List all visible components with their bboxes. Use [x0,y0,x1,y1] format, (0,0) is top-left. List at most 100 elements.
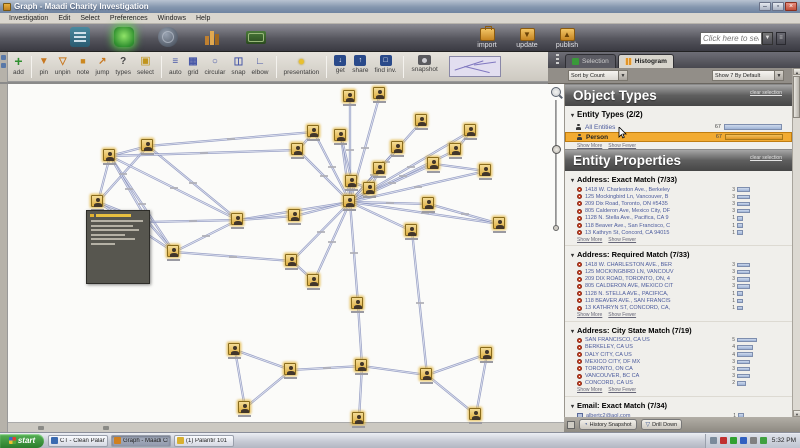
get-button[interactable]: ↓get [331,54,349,75]
property-row[interactable]: MEXICO CITY, DF MX3 [565,358,792,365]
tab-histogram[interactable]: Histogram [618,54,674,68]
link-show-more[interactable]: Show More [577,143,602,149]
snapshot-thumbnail[interactable] [449,56,501,77]
panel-scrollbar[interactable]: ▲ ▼ [792,68,800,417]
unpin-button[interactable]: ▽unpin [52,54,74,77]
drill-down-button[interactable]: ▽ Drill Down [641,419,683,430]
graph-note[interactable] [86,210,150,284]
graph-icon[interactable] [114,27,134,47]
graph-node[interactable] [464,124,476,136]
graph-node[interactable] [415,114,427,126]
property-row[interactable]: 1128 N. Stella Ave., Pacifica, CA 91 [565,215,792,222]
snap-button[interactable]: ◫snap [228,54,248,77]
menu-select[interactable]: Select [75,15,104,22]
close-button[interactable]: × [785,2,797,11]
tray-icon[interactable] [710,437,717,444]
entity-type-row[interactable]: All Entities67 [565,122,792,132]
graph-node[interactable] [291,143,303,155]
tray-icon[interactable] [750,437,757,444]
property-row[interactable]: 125 Mockingbird Ln, Vancouver, B3 [565,193,792,200]
property-row[interactable]: BERKELEY, CA US4 [565,344,792,351]
find-inv--button[interactable]: □find inv. [372,54,400,75]
start-button[interactable]: start [0,434,44,448]
money-icon[interactable] [246,31,266,44]
clear-selection-link[interactable]: clear selection [750,84,782,104]
property-row[interactable]: SAN FRANCISCO, CA US5 [565,337,792,344]
scrollbar-thumb[interactable] [793,76,800,118]
link-show-fewer[interactable]: Show Fewer [608,387,636,393]
property-row[interactable]: 805 Calderon Ave, Mexico City, DF3 [565,208,792,215]
presentation-button[interactable]: ●presentation [281,54,323,77]
dock-icon[interactable] [1,55,6,60]
property-row[interactable]: 13 KATHRYN ST, CONCORD, CA,1 [565,304,792,311]
globe-icon[interactable] [158,27,178,47]
graph-node[interactable] [91,195,103,207]
menu-investigation[interactable]: Investigation [4,15,53,22]
graph-node[interactable] [427,157,439,169]
graph-node[interactable] [351,297,363,309]
scroll-down-arrow[interactable]: ▼ [793,410,800,417]
pin-button[interactable]: ▼pin [36,54,52,77]
graph-node[interactable] [373,87,385,99]
taskbar-item[interactable]: (1) Palantir 101 [174,435,234,447]
graph-node[interactable] [285,254,297,266]
jump-button[interactable]: ↗jump [92,54,112,77]
property-row[interactable]: TORONTO, ON CA3 [565,365,792,372]
graph-node[interactable] [167,245,179,257]
property-row[interactable]: CONCORD, CA US2 [565,380,792,387]
property-row[interactable]: 1128 N. STELLA AVE., PACIFICA,1 [565,290,792,297]
update-button[interactable]: ▼update [510,28,544,49]
search-dropdown-button[interactable]: ▼ [762,32,773,45]
graph-node[interactable] [449,143,461,155]
graph-node[interactable] [469,408,481,420]
property-row[interactable]: 209 DIX ROAD, TORONTO, ON, 43 [565,276,792,283]
select-button[interactable]: ▣select [134,54,157,77]
search-input[interactable] [700,32,762,45]
section-title[interactable]: Address: City State Match (7/19) [571,326,792,335]
property-row[interactable]: 118 Beaver Ave., San Francisco, C1 [565,222,792,229]
link-show-more[interactable]: Show More [577,237,602,243]
taskbar-item[interactable]: CT - Clean Palantir Se... [48,435,108,447]
property-row[interactable]: 805 CALDERON AVE, MEXICO CIT3 [565,283,792,290]
property-row[interactable]: VANCOUVER, BC CA3 [565,373,792,380]
link-show-more[interactable]: Show More [577,387,602,393]
graph-node[interactable] [422,197,434,209]
types-button[interactable]: ?types [112,54,134,77]
elbow-button[interactable]: ∟elbow [249,54,272,77]
entity-type-row[interactable]: Person67 [565,132,792,142]
graph-node[interactable] [479,164,491,176]
sort-dropdown[interactable]: Sort by Count ▼ [568,70,628,81]
graph-node[interactable] [480,347,492,359]
share-button[interactable]: ↑share [349,54,371,75]
graph-node[interactable] [373,162,385,174]
graph-node[interactable] [405,224,417,236]
graph-node[interactable] [334,129,346,141]
link-show-more[interactable]: Show More [577,312,602,318]
tray-icon[interactable] [760,437,767,444]
section-title[interactable]: Email: Exact Match (7/34) [571,401,792,410]
chart-icon[interactable] [202,27,222,47]
graph-node[interactable] [231,213,243,225]
link-show-fewer[interactable]: Show Fewer [608,312,636,318]
tray-icon[interactable] [730,437,737,444]
graph-node[interactable] [307,125,319,137]
menu-help[interactable]: Help [191,15,215,22]
graph-node[interactable] [343,195,355,207]
publish-button[interactable]: ▲publish [550,28,584,49]
magnifier-icon[interactable] [551,87,561,97]
minimize-button[interactable]: – [759,2,771,11]
graph-node[interactable] [493,217,505,229]
scroll-up-arrow[interactable]: ▲ [793,68,800,75]
entity-types-title[interactable]: Entity Types (2/2) [571,110,792,119]
search-options-button[interactable]: ≡ [776,32,786,45]
menu-edit[interactable]: Edit [53,15,75,22]
property-row[interactable]: 125 MOCKINGBIRD LN, VANCOUV3 [565,269,792,276]
add-button[interactable]: +add [10,54,27,77]
property-row[interactable]: DALY CITY, CA US4 [565,351,792,358]
property-row[interactable]: 209 Dix Road, Toronto, ON #54353 [565,200,792,207]
menu-preferences[interactable]: Preferences [105,15,153,22]
link-show-fewer[interactable]: Show Fewer [608,143,636,149]
history-snapshot-button[interactable]: ◔ History Snapshot [579,419,637,430]
snapshot-button[interactable]: snapshot [408,54,440,74]
section-title[interactable]: Address: Exact Match (7/33) [571,175,792,184]
